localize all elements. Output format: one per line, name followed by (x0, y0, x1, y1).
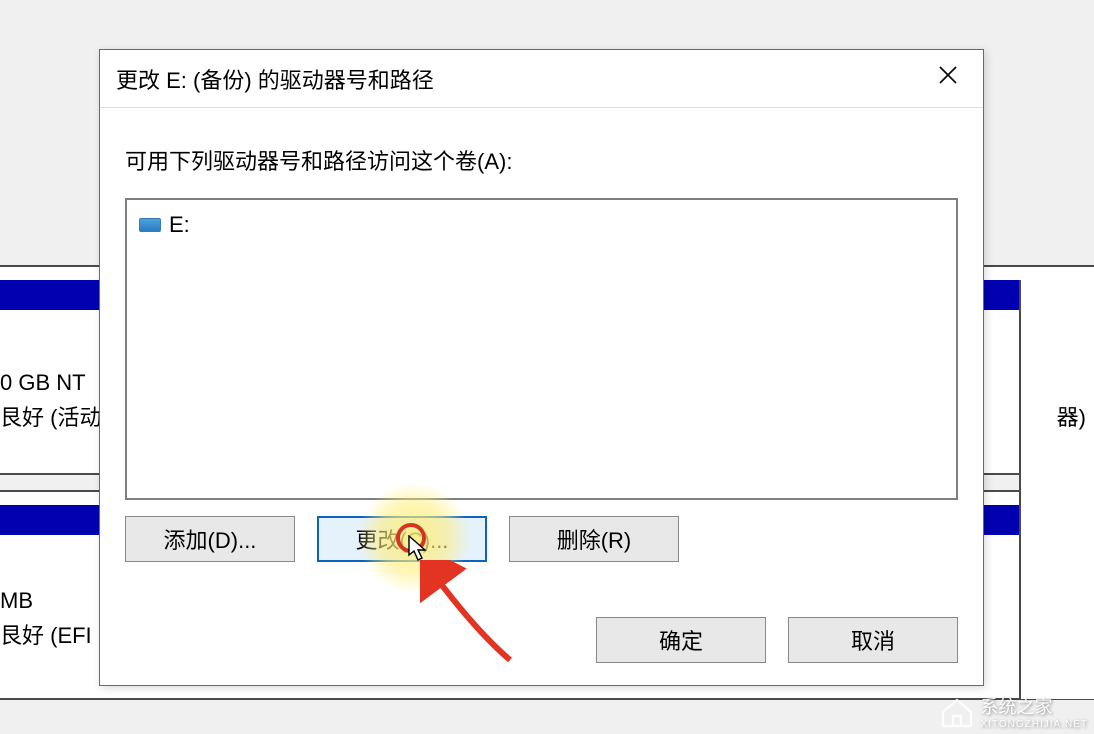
bg-partition1-status: 艮好 (活动 (0, 400, 101, 432)
drive-icon (139, 218, 161, 232)
close-icon (939, 66, 957, 84)
dialog-titlebar: 更改 E: (备份) 的驱动器号和路径 (100, 50, 983, 108)
action-button-row: 添加(D)... 更改(C)... 删除(R) (125, 516, 958, 562)
add-button[interactable]: 添加(D)... (125, 516, 295, 562)
bg-right-fragment: 器) (1057, 400, 1086, 432)
dialog-footer: 确定 取消 (596, 617, 958, 663)
dialog-title: 更改 E: (备份) 的驱动器号和路径 (116, 63, 434, 95)
bg-partition2-size: MB (0, 588, 33, 614)
drive-letter-dialog: 更改 E: (备份) 的驱动器号和路径 可用下列驱动器号和路径访问这个卷(A):… (99, 49, 984, 686)
change-button[interactable]: 更改(C)... (317, 516, 487, 562)
list-item-label: E: (169, 212, 190, 238)
bg-right-column (1019, 280, 1094, 699)
watermark-text: 系统之家 (981, 697, 1053, 717)
ok-button[interactable]: 确定 (596, 617, 766, 663)
watermark-subtext: XITONGZHIJIA.NET (981, 719, 1089, 730)
house-icon (939, 694, 975, 730)
bg-partition1-size: 0 GB NT (0, 370, 86, 396)
dialog-content: 可用下列驱动器号和路径访问这个卷(A): E: 添加(D)... 更改(C)..… (100, 108, 983, 580)
close-button[interactable] (913, 50, 983, 100)
cancel-button[interactable]: 取消 (788, 617, 958, 663)
remove-button[interactable]: 删除(R) (509, 516, 679, 562)
drive-path-listbox[interactable]: E: (125, 198, 958, 500)
list-item[interactable]: E: (139, 210, 944, 240)
watermark: 系统之家 XITONGZHIJIA.NET (939, 693, 1089, 730)
instruction-label: 可用下列驱动器号和路径访问这个卷(A): (125, 144, 958, 176)
